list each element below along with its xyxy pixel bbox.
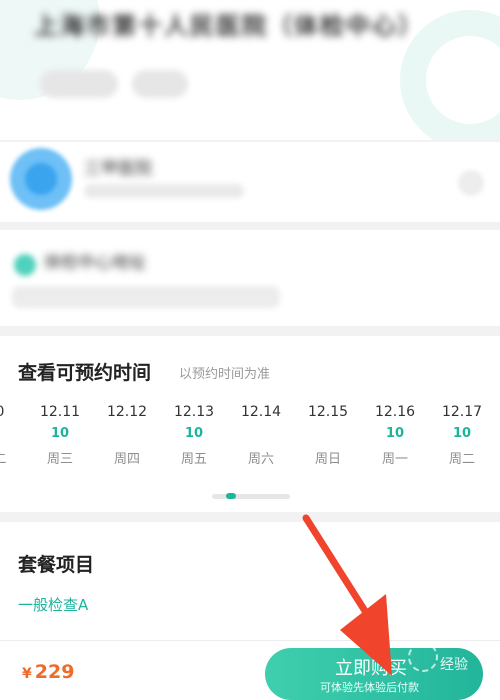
product-tag xyxy=(40,70,118,98)
product-header-card: 上海市第十人民医院（体检中心） xyxy=(0,0,500,140)
schedule-day[interactable]: 12.11 10 周三 xyxy=(30,404,90,467)
day-slot-count: 10 xyxy=(184,426,204,441)
day-date: 12.16 xyxy=(374,404,416,420)
day-slot-count: 10 xyxy=(50,426,70,441)
product-tag xyxy=(132,70,188,98)
day-slot-count: 10 xyxy=(452,426,472,441)
location-pin-icon xyxy=(14,254,36,276)
price-value: 229 xyxy=(34,661,75,683)
day-date: 12.15 xyxy=(307,404,349,420)
currency-symbol: ¥ xyxy=(22,666,32,682)
day-weekday: 周日 xyxy=(314,452,341,467)
price: ¥229 xyxy=(22,661,74,683)
package-title: 套餐项目 xyxy=(18,554,95,576)
package-item-link[interactable]: 一般检查A xyxy=(18,594,88,615)
hospital-logo-icon xyxy=(25,163,57,195)
day-slot-count: 10 xyxy=(385,426,405,441)
schedule-scroll-track[interactable] xyxy=(212,494,290,499)
day-slot-count xyxy=(0,426,30,442)
package-section: 套餐项目 一般检查A xyxy=(0,522,500,640)
schedule-day[interactable]: 12.12 周四 xyxy=(97,404,157,467)
checkup-product-page: 上海市第十人民医院（体检中心） 三甲医院 体检中心地址 查看可预约时间 以预约时… xyxy=(0,0,500,700)
day-date: 12.14 xyxy=(240,404,282,420)
day-weekday: 周一 xyxy=(381,452,408,467)
schedule-day[interactable]: 12.16 10 周一 xyxy=(365,404,425,467)
address-row[interactable]: 体检中心地址 xyxy=(0,230,500,326)
hospital-name: 三甲医院 xyxy=(84,159,152,179)
schedule-day[interactable]: 0 二 xyxy=(0,404,30,467)
day-date: 12.17 xyxy=(441,404,483,420)
day-date: 12.12 xyxy=(106,404,148,420)
chevron-right-icon[interactable] xyxy=(458,170,484,196)
schedule-day[interactable]: 12.13 10 周五 xyxy=(164,404,224,467)
schedule-day[interactable]: 12.14 周六 xyxy=(231,404,291,467)
day-weekday: 二 xyxy=(0,448,30,467)
appointment-schedule-section: 查看可预约时间 以预约时间为准 0 二 12.11 10 周三 12.12 周四… xyxy=(0,336,500,512)
schedule-day[interactable]: 12.15 周日 xyxy=(298,404,358,467)
watermark-paw-icon xyxy=(408,642,438,672)
day-weekday: 周二 xyxy=(448,452,475,467)
schedule-day[interactable]: 12.17 10 周二 xyxy=(432,404,492,467)
hospital-info-row[interactable]: 三甲医院 xyxy=(0,142,500,222)
hospital-subtitle xyxy=(84,184,244,198)
day-slot-count xyxy=(231,426,291,442)
day-weekday: 周四 xyxy=(113,452,140,467)
buy-now-label: 立即购买 xyxy=(335,658,407,679)
buy-now-note: 可体验先体验后付款 xyxy=(320,681,419,694)
watermark-text: 经验 xyxy=(440,657,468,673)
day-weekday: 周六 xyxy=(247,452,274,467)
day-weekday: 周五 xyxy=(180,452,207,467)
address-detail xyxy=(12,286,280,308)
day-date: 12.13 xyxy=(173,404,215,420)
schedule-title: 查看可预约时间 xyxy=(18,362,152,384)
product-title: 上海市第十人民医院（体检中心） xyxy=(34,12,424,40)
schedule-scroll-thumb[interactable] xyxy=(226,493,236,499)
day-slot-count xyxy=(298,426,358,442)
day-date: 12.11 xyxy=(39,404,81,420)
day-date: 0 xyxy=(0,404,30,420)
address-name: 体检中心地址 xyxy=(44,253,146,273)
day-weekday: 周三 xyxy=(46,452,73,467)
day-slot-count xyxy=(97,426,157,442)
schedule-subtitle: 以预约时间为准 xyxy=(179,367,271,382)
